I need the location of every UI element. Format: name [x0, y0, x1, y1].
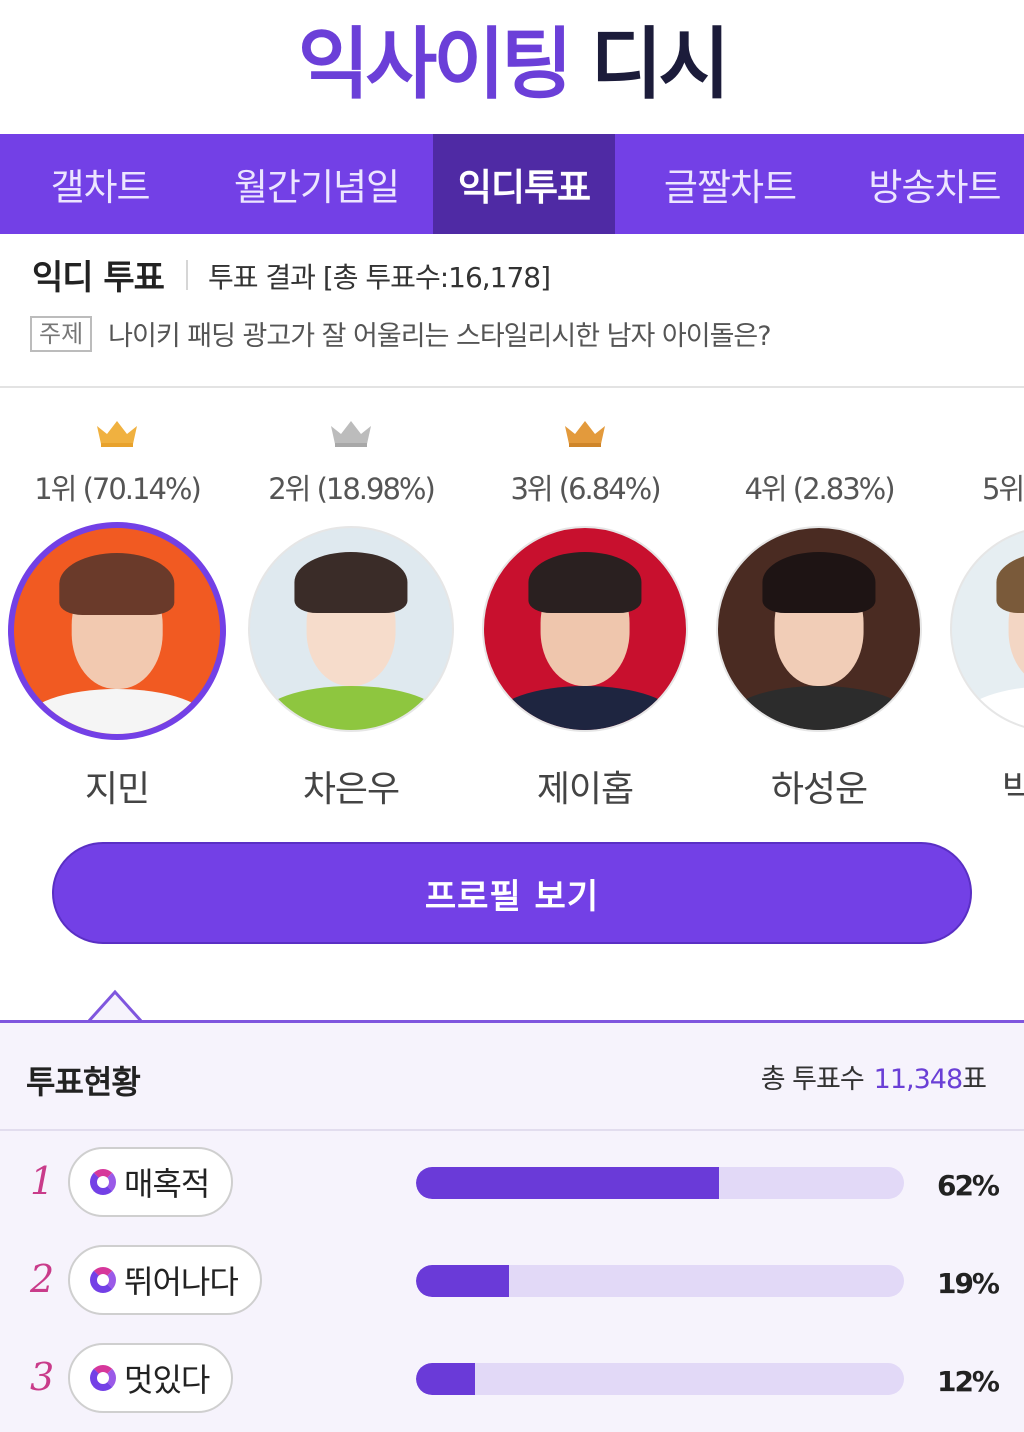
app-header: 익사이팅 디시 — [0, 0, 1024, 134]
candidate-name: 차은우 — [302, 769, 400, 810]
avatar-body — [24, 688, 210, 734]
vote-title: 익디 투표 — [32, 258, 165, 298]
keyword-label: 뛰어나다 — [124, 1263, 239, 1301]
row-percent: 12% — [936, 1365, 1000, 1398]
progress-bar — [416, 1363, 904, 1395]
vote-status-total: 총 투표수 11,348표 — [760, 1057, 987, 1096]
keyword-chip[interactable]: 뛰어나다 — [68, 1245, 262, 1315]
candidate-name: 제이홉 — [536, 769, 634, 810]
tab-monthly-anniversary[interactable]: 월간기념일 — [200, 134, 433, 234]
rank-label: 3위 (6.84%) — [510, 472, 661, 506]
candidate-name: 박 — [1002, 769, 1024, 810]
keyword-chip[interactable]: 멋있다 — [68, 1343, 234, 1413]
tab-label: 방송차트 — [868, 166, 1001, 209]
total-unit: 표 — [962, 1064, 987, 1095]
topic-text: 나이키 패딩 광고가 잘 어울리는 스타일리시한 남자 아이돌은? — [108, 321, 771, 352]
total-label: 총 투표수 — [760, 1064, 865, 1095]
avatar-body — [494, 685, 676, 730]
vote-topic: 주제 나이키 패딩 광고가 잘 어울리는 스타일리시한 남자 아이돌은? — [30, 314, 772, 353]
progress-fill — [416, 1167, 719, 1199]
ring-logo-icon — [90, 1267, 116, 1293]
tab-label: 익디투표 — [457, 166, 591, 209]
main-nav: 갤차트 월간기념일 익디투표 글짤차트 방송차트 — [0, 134, 1024, 234]
avatar[interactable] — [248, 526, 454, 732]
ring-logo-icon — [90, 1365, 116, 1391]
rank-item-1[interactable]: 1위 (70.14%) 지민 — [0, 388, 234, 828]
avatar[interactable] — [482, 526, 688, 732]
progress-fill — [416, 1265, 509, 1297]
avatar-hair — [294, 552, 408, 613]
silver-crown-icon — [331, 421, 371, 447]
vote-result-summary: 투표 결과 [총 투표수:16,178] — [208, 261, 551, 294]
vote-status-row: 1 매혹적 62% — [0, 1147, 1024, 1245]
avatar[interactable] — [950, 526, 1024, 732]
vote-status-row: 2 뛰어나다 19% — [0, 1245, 1024, 1343]
tab-label: 글짤차트 — [663, 166, 797, 209]
row-percent: 62% — [936, 1169, 1000, 1202]
total-value: 11,348 — [873, 1064, 963, 1095]
bronze-crown-icon — [565, 421, 605, 447]
avatar-hair — [528, 552, 642, 613]
vote-status-title: 투표현황 — [26, 1063, 141, 1101]
vote-status-header: 투표현황 총 투표수 11,348표 — [0, 1023, 1024, 1131]
vote-status-row: 3 멋있다 12% — [0, 1343, 1024, 1432]
rank-label: 2위 (18.98%) — [268, 472, 436, 506]
tab-post-chart[interactable]: 글짤차트 — [615, 134, 845, 234]
row-rank: 2 — [30, 1257, 55, 1301]
logo-text-part2: 디시 — [590, 20, 731, 110]
tab-label: 갤차트 — [50, 166, 150, 209]
row-rank: 1 — [30, 1159, 55, 1203]
vote-header: 익디 투표 투표 결과 [총 투표수:16,178] 주제 나이키 패딩 광고가… — [0, 234, 1024, 388]
topic-badge: 주제 — [30, 315, 93, 352]
rank-item-5[interactable]: 5위 박 — [936, 388, 1024, 828]
candidate-name: 하성운 — [770, 769, 868, 810]
candidate-name: 지민 — [84, 769, 150, 810]
tab-gallery-chart[interactable]: 갤차트 — [0, 134, 200, 234]
keyword-chip[interactable]: 매혹적 — [68, 1147, 234, 1217]
avatar-body — [962, 685, 1024, 730]
avatar-body — [260, 685, 442, 730]
avatar-body — [728, 685, 910, 730]
gold-crown-icon — [97, 421, 137, 447]
ring-logo-icon — [90, 1169, 116, 1195]
rank-label: 5위 — [982, 472, 1024, 506]
rank-item-2[interactable]: 2위 (18.98%) 차은우 — [234, 388, 468, 828]
view-profile-button[interactable]: 프로필 보기 — [52, 842, 972, 944]
vote-status-panel: 투표현황 총 투표수 11,348표 1 매혹적 62% 2 뛰어나다 19% 3… — [0, 1020, 1024, 1432]
keyword-label: 멋있다 — [124, 1361, 210, 1399]
avatar[interactable] — [716, 526, 922, 732]
site-logo[interactable]: 익사이팅 디시 — [298, 26, 731, 104]
avatar-hair — [59, 552, 175, 615]
ranking-carousel[interactable]: 1위 (70.14%) 지민 2위 (18.98%) 차은우 3위 (6.84%… — [0, 388, 1024, 828]
caret-up-icon — [88, 989, 142, 1022]
avatar[interactable] — [8, 522, 226, 740]
rank-label: 1위 (70.14%) — [34, 472, 202, 506]
avatar-hair — [762, 552, 876, 613]
row-rank: 3 — [30, 1355, 55, 1399]
progress-fill — [416, 1363, 475, 1395]
logo-text-part1: 익사이팅 — [297, 20, 573, 110]
divider — [186, 260, 188, 290]
keyword-label: 매혹적 — [124, 1165, 210, 1203]
rank-label: 4위 (2.83%) — [744, 472, 895, 506]
row-percent: 19% — [936, 1267, 1000, 1300]
progress-bar — [416, 1265, 904, 1297]
rank-item-4[interactable]: 4위 (2.83%) 하성운 — [702, 388, 936, 828]
progress-bar — [416, 1167, 904, 1199]
tab-label: 월간기념일 — [233, 166, 400, 209]
avatar-hair — [996, 552, 1024, 613]
tab-broadcast-chart[interactable]: 방송차트 — [845, 134, 1024, 234]
tab-vote[interactable]: 익디투표 — [433, 134, 615, 234]
rank-item-3[interactable]: 3위 (6.84%) 제이홉 — [468, 388, 702, 828]
